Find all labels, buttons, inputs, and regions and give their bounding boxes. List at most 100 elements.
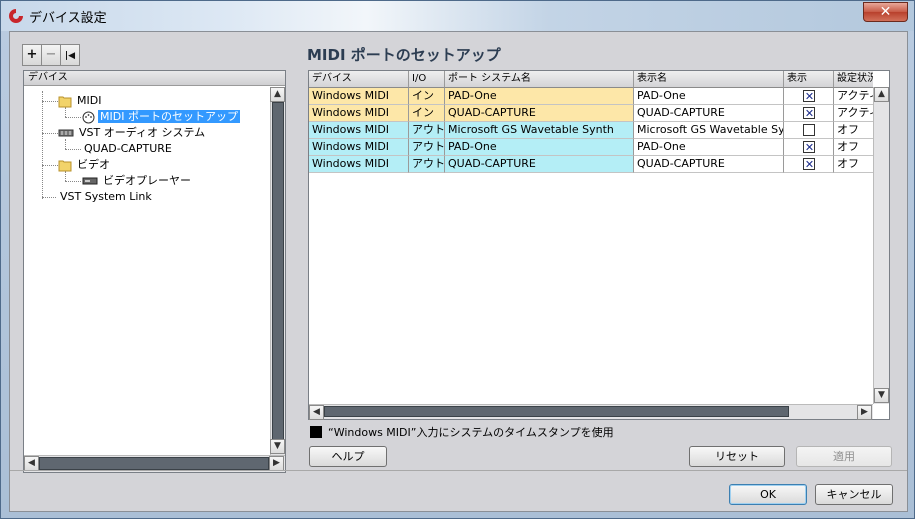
cell-device[interactable]: Windows MIDI	[309, 105, 409, 122]
column-header-status[interactable]: 設定状況	[834, 71, 873, 88]
scroll-up-button[interactable]: ▲	[874, 87, 889, 102]
cell-display-name[interactable]: PAD-One	[634, 88, 784, 105]
scroll-down-button[interactable]: ▼	[270, 439, 285, 454]
show-checkbox[interactable]	[802, 157, 816, 172]
cell-io[interactable]: アウト	[409, 156, 445, 173]
tree-node-vst-audio-system[interactable]: VST オーディオ システム	[58, 125, 207, 141]
tree-node-label: MIDI	[77, 94, 102, 107]
arrow-left-icon: ◀	[28, 458, 35, 468]
audio-device-icon	[58, 129, 74, 137]
cell-display-name[interactable]: PAD-One	[634, 139, 784, 156]
column-header-show[interactable]: 表示	[784, 71, 834, 88]
scroll-up-button[interactable]: ▲	[270, 87, 285, 102]
scroll-left-button[interactable]: ◀	[24, 456, 39, 471]
cell-port-system-name[interactable]: QUAD-CAPTURE	[445, 156, 634, 173]
cell-status[interactable]: オフ	[834, 156, 873, 173]
system-timestamp-checkbox[interactable]	[310, 426, 322, 438]
column-header-display-name[interactable]: 表示名	[634, 71, 784, 88]
close-button[interactable]: ✕	[863, 2, 908, 22]
table-header-row: デバイス I/O ポート システム名 表示名 表示 設定状況	[309, 71, 873, 88]
cell-display-name[interactable]: Microsoft GS Wavetable Synth	[634, 122, 784, 139]
table-row[interactable]: Windows MIDIインQUAD-CAPTUREQUAD-CAPTUREアク…	[309, 105, 873, 122]
tree-scroll-thumb[interactable]	[272, 102, 284, 440]
cell-port-system-name[interactable]: PAD-One	[445, 88, 634, 105]
system-timestamp-label: “Windows MIDI”入力にシステムのタイムスタンプを使用	[328, 426, 614, 439]
help-button[interactable]: ヘルプ	[309, 446, 387, 467]
table-row[interactable]: Windows MIDIアウトPAD-OnePAD-Oneオフ	[309, 139, 873, 156]
scroll-right-button[interactable]: ▶	[857, 405, 872, 420]
table-row[interactable]: Windows MIDIインPAD-OnePAD-Oneアクティブ	[309, 88, 873, 105]
tree-connector	[42, 197, 56, 198]
scroll-left-button[interactable]: ◀	[309, 405, 324, 420]
tree-connector	[42, 165, 58, 166]
cell-status[interactable]: オフ	[834, 139, 873, 156]
column-header-device[interactable]: デバイス	[309, 71, 409, 88]
table-row[interactable]: Windows MIDI アウト Microsoft GS Wavetable Sy…	[309, 122, 873, 139]
title-bar[interactable]: デバイス設定 ✕	[1, 1, 914, 31]
tree-node-midi-port-setup[interactable]: MIDI ポートのセットアップ	[82, 109, 240, 125]
tree-node-label: ビデオプレーヤー	[103, 174, 191, 187]
folder-icon	[58, 160, 72, 171]
show-checkbox[interactable]	[802, 140, 816, 155]
tree-hscroll-thumb[interactable]	[39, 457, 269, 470]
tree-connector	[42, 133, 58, 134]
system-timestamp-option[interactable]: “Windows MIDI”入力にシステムのタイムスタンプを使用	[310, 424, 614, 440]
cell-io[interactable]: イン	[409, 105, 445, 122]
table-vertical-scrollbar[interactable]: ▲ ▼	[873, 87, 889, 404]
cancel-button[interactable]: キャンセル	[815, 484, 893, 505]
cell-io[interactable]: アウト	[409, 139, 445, 156]
add-device-button[interactable]: +	[22, 44, 42, 66]
folder-icon	[58, 96, 72, 107]
section-title: MIDI ポートのセットアップ	[307, 46, 501, 64]
show-checkbox[interactable]	[802, 124, 815, 136]
scroll-right-button[interactable]: ▶	[269, 456, 284, 471]
cell-show[interactable]	[784, 122, 834, 139]
close-icon: ✕	[879, 4, 892, 20]
reset-device-button[interactable]: |◀	[60, 44, 80, 66]
midi-port-icon	[82, 111, 95, 123]
tree-node-quad-capture[interactable]: QUAD-CAPTURE	[82, 141, 174, 157]
device-settings-window: デバイス設定 ✕ + − |◀ デバイス MIDI MIDI ポートのセットアッ…	[0, 0, 915, 519]
cell-status[interactable]: アクティブ	[834, 88, 873, 105]
cell-device[interactable]: Windows MIDI	[309, 139, 409, 156]
reset-button[interactable]: リセット	[689, 446, 785, 467]
rewind-icon: |◀	[64, 51, 76, 61]
cell-show[interactable]	[784, 156, 834, 173]
cell-device[interactable]: Windows MIDI	[309, 122, 409, 139]
cell-status[interactable]: アクティブ	[834, 105, 873, 122]
ok-button[interactable]: OK	[729, 484, 807, 505]
cell-port-system-name[interactable]: QUAD-CAPTURE	[445, 105, 634, 122]
cell-display-name[interactable]: QUAD-CAPTURE	[634, 156, 784, 173]
cell-show[interactable]	[784, 105, 834, 122]
tree-vertical-scrollbar[interactable]: ▲ ▼	[270, 87, 285, 455]
scroll-down-button[interactable]: ▼	[874, 388, 889, 403]
show-checkbox[interactable]	[802, 89, 816, 104]
table-hscroll-thumb[interactable]	[324, 406, 789, 417]
cell-port-system-name[interactable]: Microsoft GS Wavetable Synth	[445, 122, 634, 139]
tree-node-vst-system-link[interactable]: VST System Link	[58, 189, 154, 205]
column-header-port-system-name[interactable]: ポート システム名	[445, 71, 634, 88]
show-checkbox[interactable]	[802, 106, 816, 121]
cell-show[interactable]	[784, 139, 834, 156]
cell-io[interactable]: イン	[409, 88, 445, 105]
cell-io[interactable]: アウト	[409, 122, 445, 139]
cell-device[interactable]: Windows MIDI	[309, 156, 409, 173]
tree-node-video-player[interactable]: ビデオプレーヤー	[82, 173, 193, 189]
apply-button[interactable]: 適用	[796, 446, 892, 467]
table-row[interactable]: Windows MIDIアウトQUAD-CAPTUREQUAD-CAPTUREオ…	[309, 156, 873, 173]
tree-node-label: VST オーディオ システム	[79, 126, 206, 139]
remove-device-button[interactable]: −	[41, 44, 61, 66]
tree-node-label: ビデオ	[77, 158, 110, 171]
table-horizontal-scrollbar[interactable]: ◀ ▶	[309, 404, 873, 420]
tree-connector	[65, 117, 81, 118]
cell-status[interactable]: オフ	[834, 122, 873, 139]
tree-node-video[interactable]: ビデオ	[58, 157, 112, 173]
video-player-icon	[82, 177, 98, 185]
cell-port-system-name[interactable]: PAD-One	[445, 139, 634, 156]
cell-show[interactable]	[784, 88, 834, 105]
cell-device[interactable]: Windows MIDI	[309, 88, 409, 105]
column-header-io[interactable]: I/O	[409, 71, 445, 88]
tree-node-midi[interactable]: MIDI	[58, 93, 103, 109]
tree-node-label: MIDI ポートのセットアップ	[98, 110, 240, 123]
cell-display-name[interactable]: QUAD-CAPTURE	[634, 105, 784, 122]
